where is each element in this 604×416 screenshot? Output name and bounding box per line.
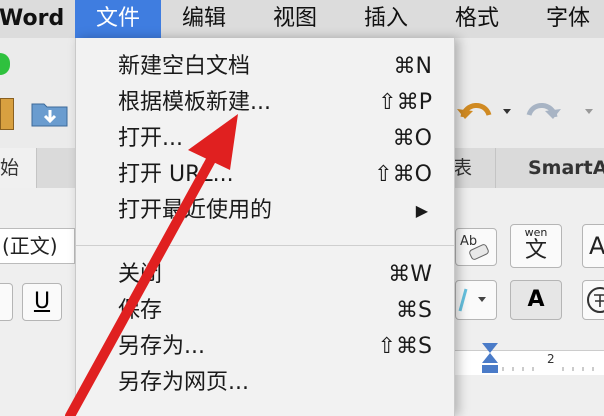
menu-item-shortcut: ⇧⌘S — [377, 334, 432, 359]
menu-edit[interactable]: 编辑 — [182, 0, 226, 38]
svg-text:Ab: Ab — [460, 234, 477, 249]
menu-item-label: 保存 — [118, 298, 163, 323]
tab-table[interactable]: 表 — [453, 148, 472, 188]
menu-item-save-as[interactable]: 另存为... ⇧⌘S — [118, 329, 434, 365]
submenu-arrow-icon: ▶ — [415, 201, 428, 220]
ruler-mark-2: 2 — [547, 352, 555, 366]
menu-app-word[interactable]: Word — [0, 0, 73, 38]
bold-button[interactable] — [0, 283, 13, 321]
file-menu-dropdown: 新建空白文档 ⌘N 根据模板新建... ⇧⌘P 打开... ⌘O 打开 URL.… — [75, 38, 455, 416]
menu-item-open[interactable]: 打开... ⌘O — [118, 121, 434, 157]
menu-item-new-blank[interactable]: 新建空白文档 ⌘N — [118, 49, 434, 85]
menu-item-close[interactable]: 关闭 ⌘W — [118, 257, 434, 293]
phonetic-wen-char: 文 — [524, 238, 547, 263]
enclose-char-icon[interactable] — [582, 280, 604, 320]
menu-item-shortcut: ⌘O — [392, 126, 432, 151]
indent-marker-icon[interactable] — [479, 343, 501, 375]
menu-format[interactable]: 格式 — [455, 0, 499, 38]
font-name-field[interactable]: (正文) — [0, 228, 75, 264]
menu-font[interactable]: 字体 — [546, 0, 590, 38]
menu-item-shortcut: ⌘W — [388, 262, 432, 287]
text-effects-icon[interactable] — [455, 280, 497, 320]
undo-icon[interactable] — [455, 95, 515, 127]
menu-item-shortcut: ⇧⌘O — [374, 162, 432, 187]
clear-format-icon[interactable]: Ab — [455, 228, 497, 266]
menu-item-label: 新建空白文档 — [118, 54, 251, 79]
menu-item-label: 另存为... — [118, 334, 205, 359]
menu-item-new-from-template[interactable]: 根据模板新建... ⇧⌘P — [118, 85, 434, 121]
tab-smartart[interactable]: SmartA — [495, 148, 604, 188]
menu-file[interactable]: 文件 — [75, 0, 161, 38]
menu-item-open-recent[interactable]: 打开最近使用的 ▶ — [118, 193, 434, 229]
menu-item-label: 打开 URL... — [118, 162, 234, 187]
menu-view[interactable]: 视图 — [273, 0, 317, 38]
menu-item-shortcut: ⌘S — [396, 298, 432, 323]
char-border-button[interactable]: A — [582, 224, 604, 268]
menu-item-label: 关闭 — [118, 262, 163, 287]
menu-item-open-url[interactable]: 打开 URL... ⇧⌘O — [118, 157, 434, 193]
char-shading-button[interactable]: A — [510, 280, 562, 320]
menu-insert[interactable]: 插入 — [364, 0, 408, 38]
redo-icon[interactable] — [525, 95, 600, 127]
menu-bar: Word 文件 编辑 视图 插入 格式 字体 — [0, 0, 604, 39]
menu-separator — [76, 245, 454, 246]
menu-item-shortcut: ⌘N — [393, 54, 432, 79]
tab-home[interactable]: 始 — [0, 148, 37, 188]
menu-item-label: 根据模板新建... — [118, 90, 271, 115]
toolbar-gallery-icon[interactable] — [0, 98, 14, 130]
menu-item-save[interactable]: 保存 ⌘S — [118, 293, 434, 329]
menu-item-label: 打开最近使用的 — [118, 198, 273, 223]
underline-button[interactable]: U — [22, 283, 62, 321]
menu-item-save-as-web[interactable]: 另存为网页... — [118, 365, 434, 401]
menu-item-shortcut: ⇧⌘P — [378, 90, 432, 115]
phonetic-guide-button[interactable]: wen 文 — [510, 224, 562, 268]
open-folder-icon[interactable] — [30, 98, 70, 128]
menu-item-label: 打开... — [118, 126, 183, 151]
menu-item-label: 另存为网页... — [118, 370, 249, 395]
ruler[interactable]: 2 — [453, 343, 604, 375]
